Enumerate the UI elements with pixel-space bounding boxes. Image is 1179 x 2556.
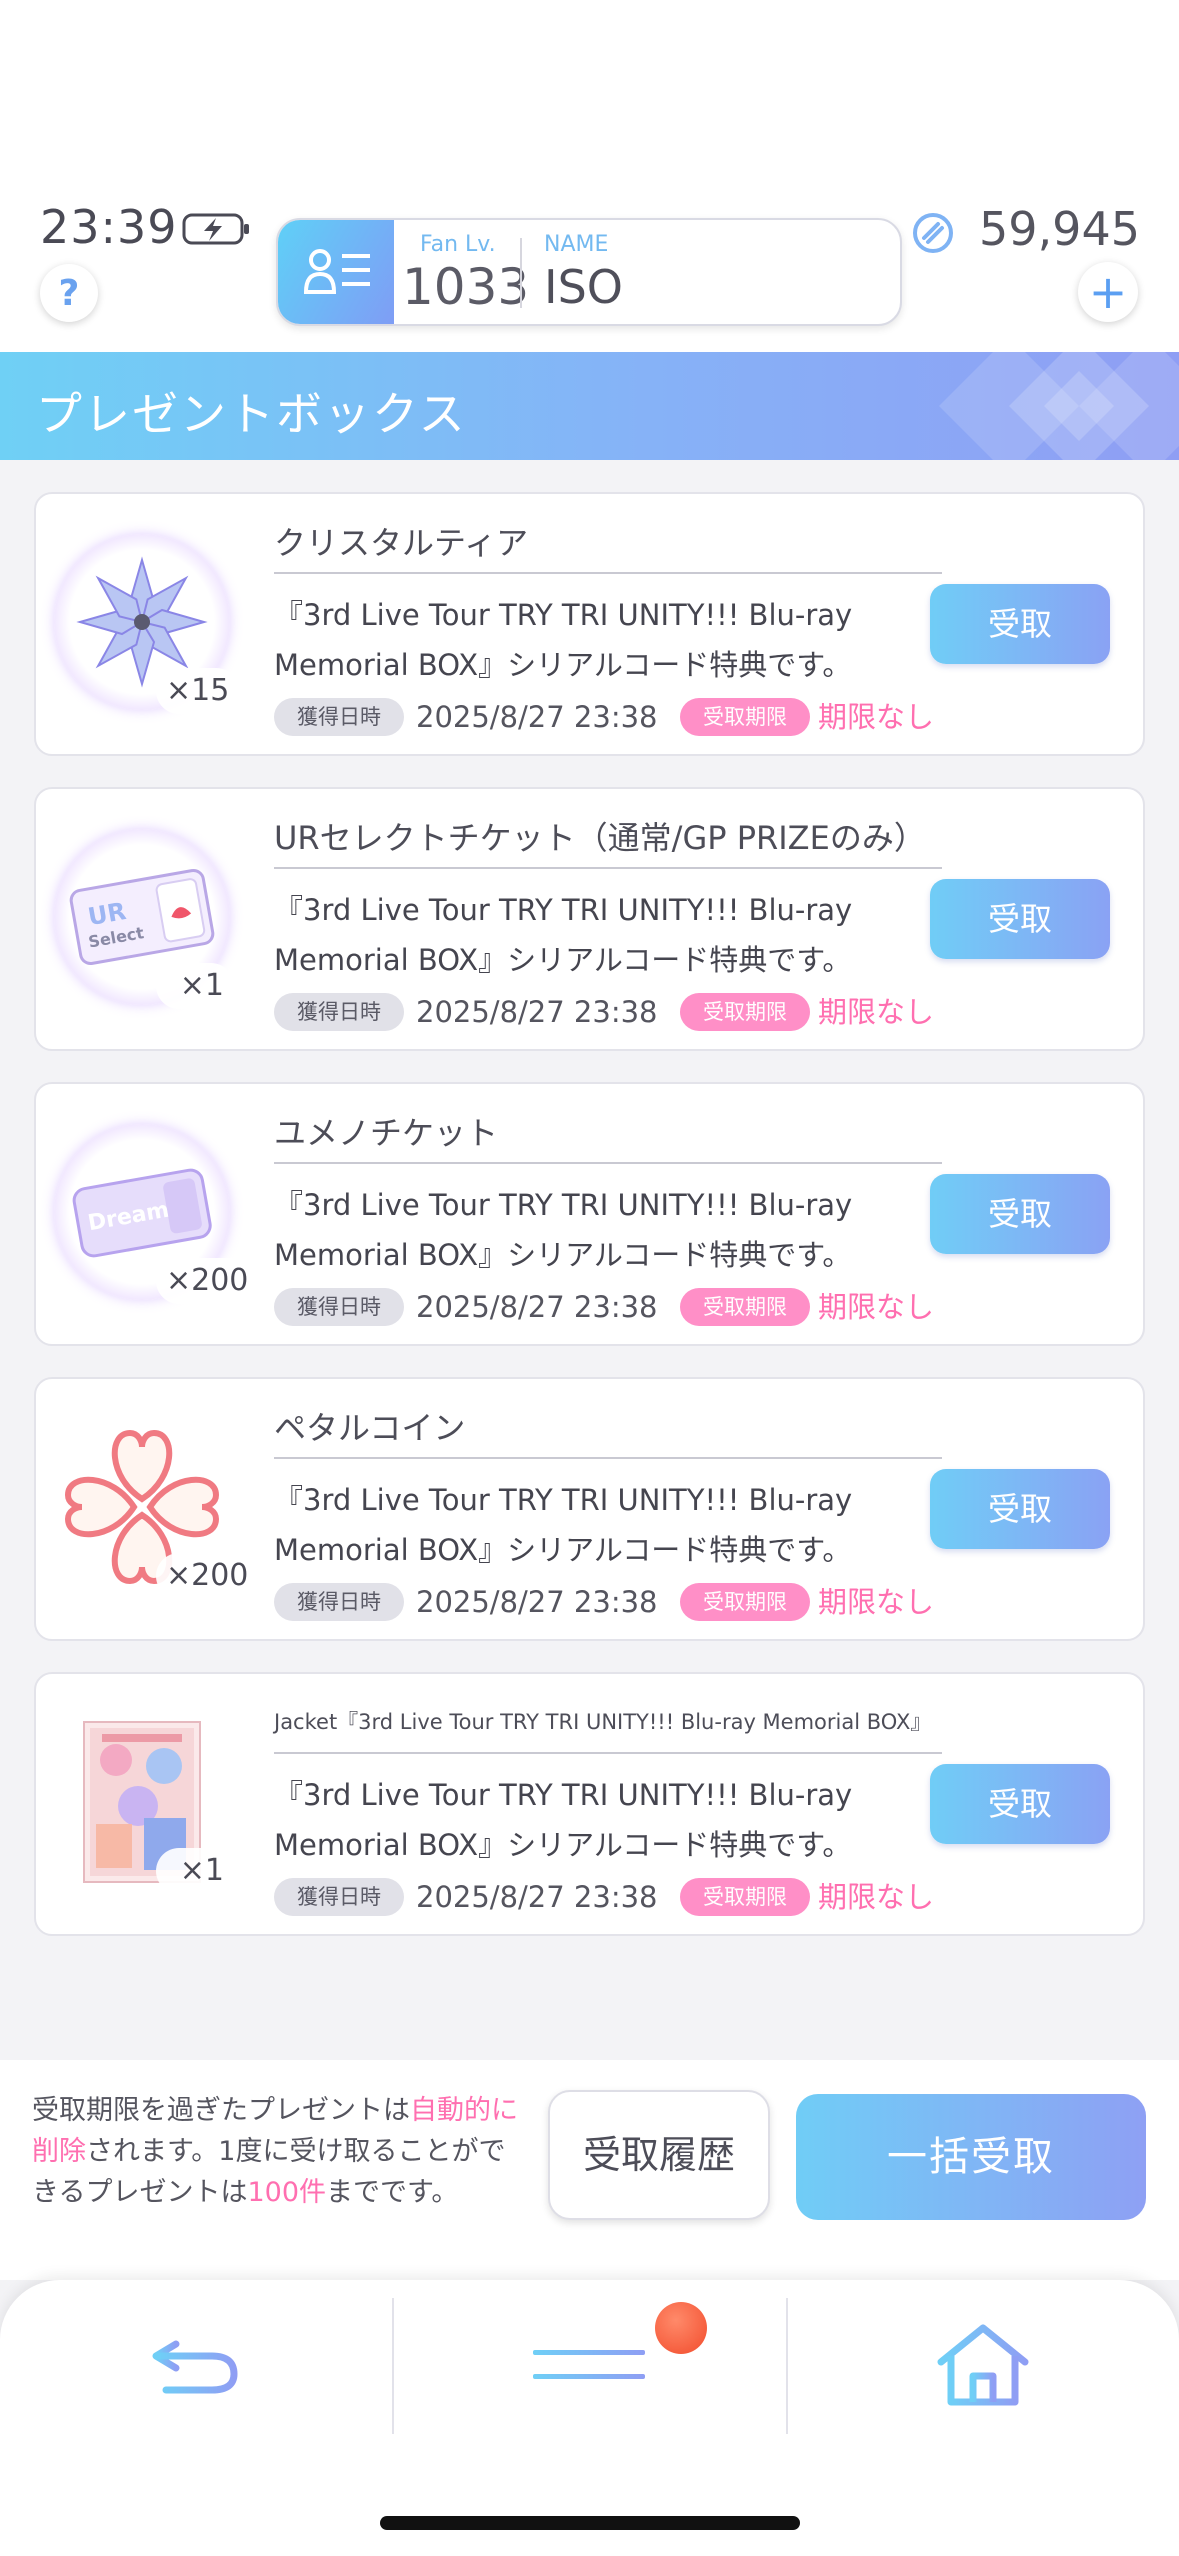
receive-button[interactable]: 受取 — [930, 1764, 1110, 1844]
back-arrow-icon — [152, 2340, 238, 2394]
acquired-date-badge: 獲得日時 — [274, 698, 404, 736]
receive-history-button[interactable]: 受取履歴 — [548, 2090, 770, 2220]
deadline-badge: 受取期限 — [680, 1288, 810, 1326]
home-icon — [937, 2324, 1029, 2406]
notice-highlight-limit: 100件 — [247, 2177, 327, 2208]
back-button[interactable] — [0, 2280, 392, 2450]
acquired-date-badge: 獲得日時 — [274, 993, 404, 1031]
item-description: 『3rd Live Tour TRY TRI UNITY!!! Blu-ray … — [274, 893, 853, 977]
item-count: ×1 — [156, 963, 234, 1009]
item-count: ×200 — [156, 1258, 259, 1304]
header: 23:39 ? Fan Lv. 1033 NAME ISO 59,945 + — [0, 0, 1179, 352]
divider — [274, 1752, 942, 1754]
bottom-nav — [0, 2280, 1179, 2556]
present-item: Dream ×200 ユメノチケット 『3rd Live Tour TRY TR… — [34, 1082, 1145, 1346]
page-title: プレゼントボックス — [36, 387, 467, 441]
deadline-badge: 受取期限 — [680, 1878, 810, 1916]
profile-divider — [520, 238, 522, 308]
acquired-date-badge: 獲得日時 — [274, 1878, 404, 1916]
receive-button[interactable]: 受取 — [930, 1174, 1110, 1254]
item-description: 『3rd Live Tour TRY TRI UNITY!!! Blu-ray … — [274, 1483, 853, 1567]
banner-decoration — [939, 352, 1179, 460]
present-box-screen: 23:39 ? Fan Lv. 1033 NAME ISO 59,945 + プ… — [0, 0, 1179, 2556]
present-item: ×200 ペタルコイン 『3rd Live Tour TRY TRI UNITY… — [34, 1377, 1145, 1641]
name-label: NAME — [544, 232, 609, 257]
present-item: ×1 Jacket『3rd Live Tour TRY TRI UNITY!!!… — [34, 1672, 1145, 1936]
home-button[interactable] — [787, 2280, 1179, 2450]
item-description: 『3rd Live Tour TRY TRI UNITY!!! Blu-ray … — [274, 1778, 853, 1862]
menu-icon — [533, 2350, 645, 2379]
item-count: ×15 — [156, 668, 240, 714]
present-item: UR Select ×1 URセレクトチケット（通常/GP PRIZEのみ） 『… — [34, 787, 1145, 1051]
receive-button[interactable]: 受取 — [930, 879, 1110, 959]
divider — [274, 1162, 942, 1164]
acquired-date: 2025/8/27 23:38 — [416, 1585, 658, 1619]
deadline-value: 期限なし — [818, 995, 935, 1029]
present-item: ×15 クリスタルティア 『3rd Live Tour TRY TRI UNIT… — [34, 492, 1145, 756]
notice-text-3: までです。 — [326, 2177, 459, 2208]
deadline-value: 期限なし — [818, 1290, 935, 1324]
profile-icon — [278, 220, 394, 324]
add-currency-button[interactable]: + — [1078, 262, 1138, 322]
home-indicator[interactable] — [380, 2516, 800, 2530]
acquired-date-badge: 獲得日時 — [274, 1288, 404, 1326]
deadline-value: 期限なし — [818, 1585, 935, 1619]
deadline-badge: 受取期限 — [680, 698, 810, 736]
item-name: URセレクトチケット（通常/GP PRIZEのみ） — [274, 819, 926, 857]
profile-card[interactable]: Fan Lv. 1033 NAME ISO — [276, 218, 902, 326]
plus-icon: + — [1088, 265, 1128, 319]
acquired-date-badge: 獲得日時 — [274, 1583, 404, 1621]
expiry-notice: 受取期限を過ぎたプレゼントは自動的に削除されます。1度に受け取ることができるプレ… — [32, 2090, 532, 2213]
receive-button[interactable]: 受取 — [930, 1469, 1110, 1549]
divider — [274, 572, 942, 574]
item-name: クリスタルティア — [274, 524, 529, 562]
item-name: ペタルコイン — [274, 1409, 466, 1447]
deadline-badge: 受取期限 — [680, 993, 810, 1031]
item-description: 『3rd Live Tour TRY TRI UNITY!!! Blu-ray … — [274, 598, 853, 682]
menu-button[interactable] — [393, 2280, 785, 2450]
item-count: ×1 — [156, 1848, 234, 1894]
notification-badge — [655, 2302, 707, 2354]
deadline-value: 期限なし — [818, 700, 935, 734]
action-bar: 受取期限を過ぎたプレゼントは自動的に削除されます。1度に受け取ることができるプレ… — [0, 2060, 1179, 2280]
acquired-date: 2025/8/27 23:38 — [416, 1290, 658, 1324]
acquired-date: 2025/8/27 23:38 — [416, 1880, 658, 1914]
currency-icon — [913, 213, 953, 253]
receive-button[interactable]: 受取 — [930, 584, 1110, 664]
deadline-badge: 受取期限 — [680, 1583, 810, 1621]
status-time: 23:39 — [40, 200, 178, 254]
battery-charging-icon — [182, 213, 249, 245]
divider — [274, 1457, 942, 1459]
title-banner: プレゼントボックス — [0, 352, 1179, 460]
currency-amount: 59,945 — [979, 202, 1140, 256]
help-button[interactable]: ? — [40, 264, 98, 322]
fan-level-value: 1033 — [402, 258, 530, 316]
receive-all-button[interactable]: 一括受取 — [796, 2094, 1146, 2220]
item-name: Jacket『3rd Live Tour TRY TRI UNITY!!! Bl… — [274, 1710, 932, 1734]
player-name: ISO — [544, 260, 623, 314]
help-icon: ? — [58, 272, 80, 314]
item-description: 『3rd Live Tour TRY TRI UNITY!!! Blu-ray … — [274, 1188, 853, 1272]
notice-text-1: 受取期限を過ぎたプレゼントは — [32, 2095, 410, 2126]
acquired-date: 2025/8/27 23:38 — [416, 700, 658, 734]
divider — [274, 867, 942, 869]
acquired-date: 2025/8/27 23:38 — [416, 995, 658, 1029]
fan-level-label: Fan Lv. — [420, 232, 496, 257]
item-count: ×200 — [156, 1553, 259, 1599]
deadline-value: 期限なし — [818, 1880, 935, 1914]
item-name: ユメノチケット — [274, 1114, 499, 1152]
